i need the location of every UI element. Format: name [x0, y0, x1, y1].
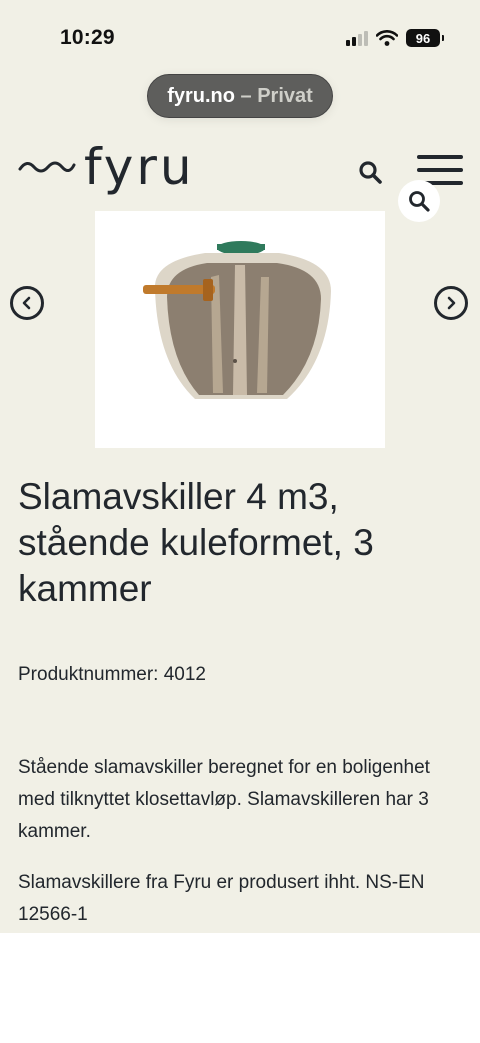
site-logo[interactable]: fyru: [18, 142, 195, 192]
status-time: 10:29: [60, 26, 115, 49]
product-description-paragraph: Stående slamavskiller beregnet for en bo…: [18, 757, 430, 842]
product-number: Produktnummer: 4012: [18, 664, 206, 685]
zoom-button[interactable]: [398, 180, 440, 222]
url-domain: fyru.no: [167, 84, 235, 107]
septic-tank-illustration: [143, 241, 331, 399]
product-image[interactable]: [95, 211, 385, 448]
search-icon[interactable]: [356, 158, 384, 186]
product-title: Slamavskiller 4 m3, stående kuleformet, …: [18, 476, 374, 609]
battery-icon: 96: [406, 29, 444, 47]
zoom-icon: [409, 191, 430, 212]
wifi-icon: [376, 30, 398, 46]
signal-icon: [346, 30, 368, 46]
url-bar[interactable]: fyru.no – Privat: [147, 74, 333, 118]
chevron-right-icon: [447, 296, 456, 310]
product-standard-paragraph: Slamavskillere fra Fyru er produsert ihh…: [18, 872, 425, 925]
url-separator: –: [234, 84, 258, 107]
status-icons: 96: [346, 29, 444, 47]
private-mode-label: Privat: [257, 84, 313, 107]
logo-wave-icon: [18, 161, 76, 173]
logo-text: fyru: [84, 138, 195, 196]
previous-image-button[interactable]: [10, 286, 44, 320]
chevron-left-icon: [22, 296, 31, 310]
next-image-button[interactable]: [434, 286, 468, 320]
